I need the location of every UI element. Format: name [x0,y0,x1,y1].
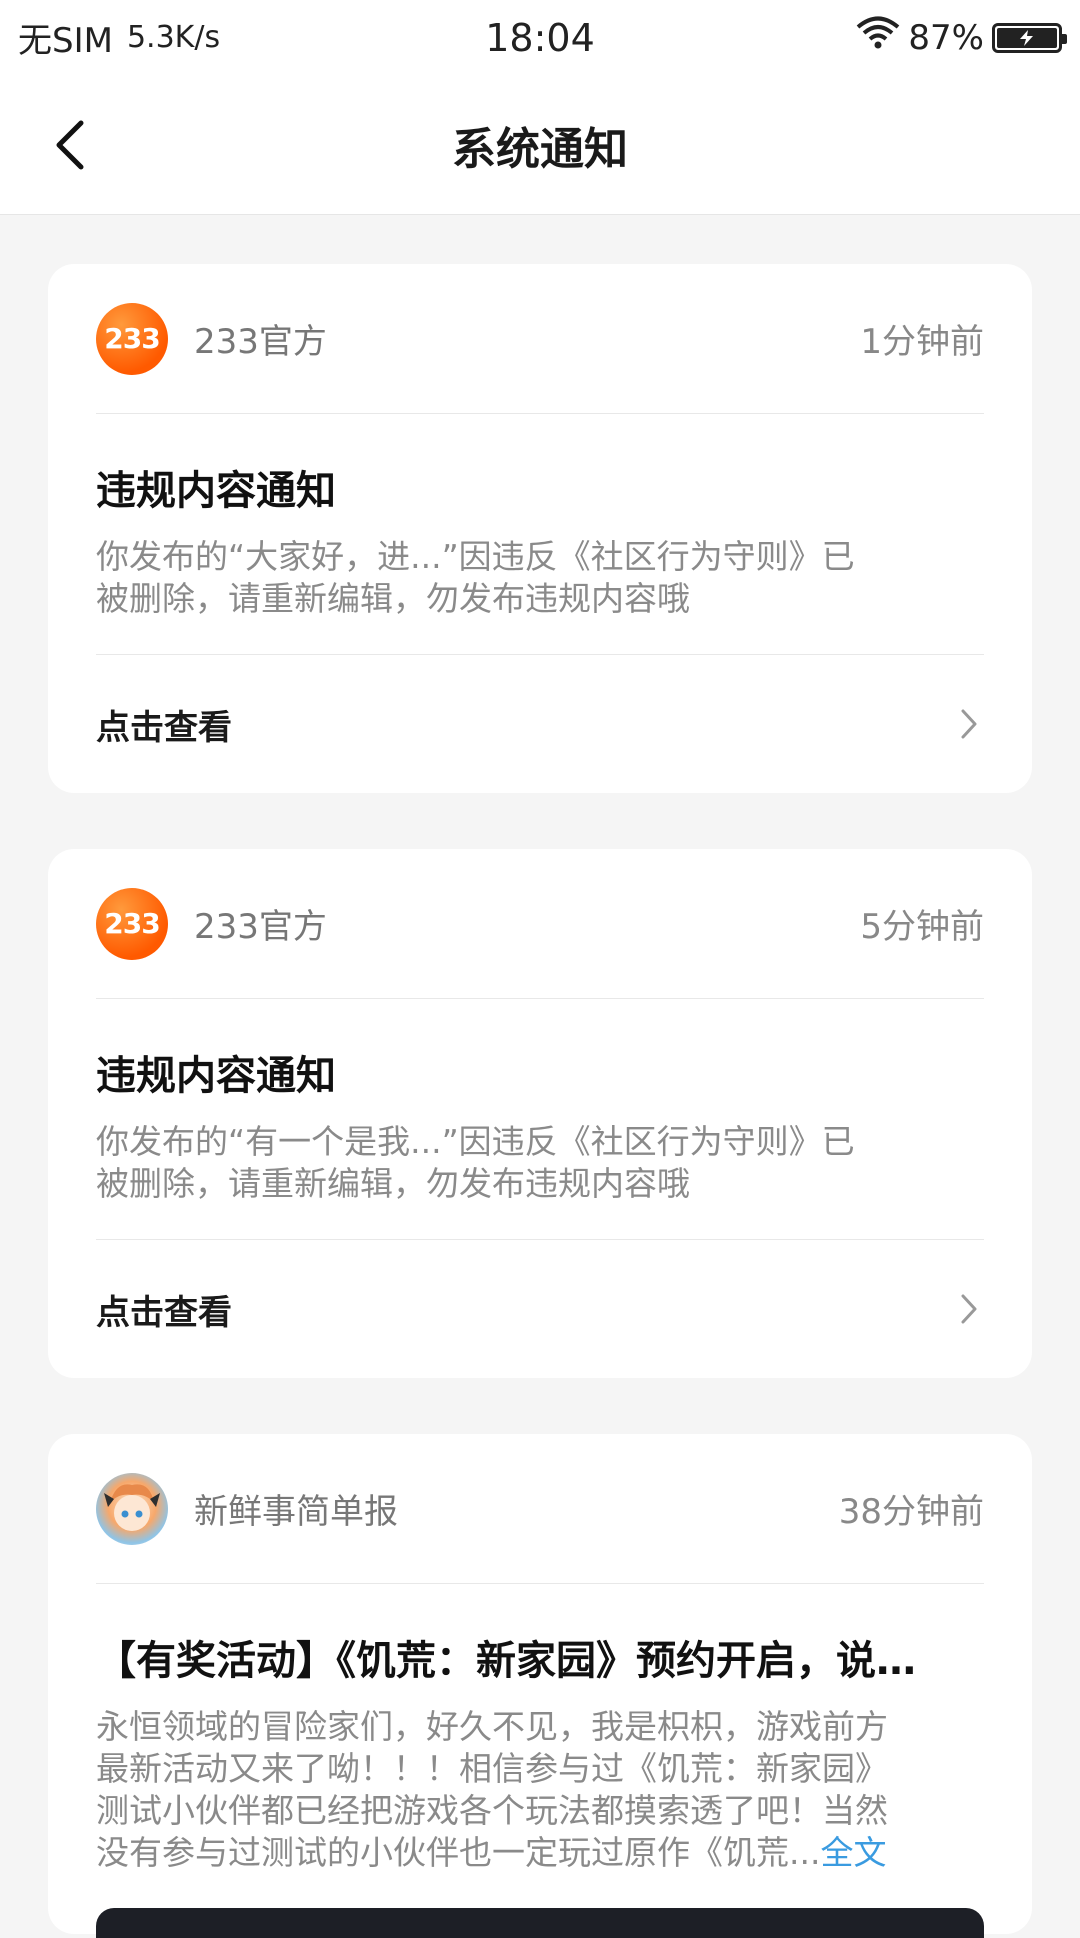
body-line: 永恒领域的冒险家们，好久不见，我是枳枳，游戏前方 [96,1707,888,1746]
timestamp: 38分钟前 [838,1492,984,1532]
status-left: 无SIM 5.3K/s [18,13,220,62]
source-name: 233官方 [194,907,327,947]
battery-percent: 87% [908,17,984,58]
view-details-row[interactable]: 点击查看 [96,655,984,793]
notification-title: 【有奖活动】《饥荒：新家园》预约开启，说… [96,1638,916,1684]
notification-title: 违规内容通知 [96,1053,336,1099]
body-line: 你发布的“有一个是我...”因违反《社区行为守则》已 [96,1122,855,1161]
notification-card[interactable]: 233 233官方 5分钟前 违规内容通知 你发布的“有一个是我...”因违反《… [48,849,1032,1378]
body-line: 你发布的“大家好，进...”因违反《社区行为守则》已 [96,537,855,576]
nav-header: 系统通知 [0,75,1080,215]
notification-body: 永恒领域的冒险家们，好久不见，我是枳枳，游戏前方 最新活动又来了呦！！！相信参与… [96,1688,984,1908]
body-line: 最新活动又来了呦！！！相信参与过《饥荒：新家园》 [96,1749,888,1788]
body-line: 没有参与过测试的小伙伴也一定玩过原作《饥荒...全文 [96,1832,984,1874]
notification-card[interactable]: 233 233官方 1分钟前 违规内容通知 你发布的“大家好，进...”因违反《… [48,264,1032,793]
network-speed: 5.3K/s [126,20,221,55]
body-line: 测试小伙伴都已经把游戏各个玩法都摸索透了吧！当然 [96,1791,888,1830]
body-line: 被删除，请重新编辑，勿发布违规内容哦 [96,579,690,618]
notification-body: 你发布的“大家好，进...”因违反《社区行为守则》已 被删除，请重新编辑，勿发布… [96,518,984,655]
status-right: 87% [856,16,1067,59]
preview-image[interactable] [96,1908,984,1938]
chevron-right-icon [954,1289,984,1329]
chevron-right-icon [954,704,984,744]
source-name: 新鲜事简单报 [194,1492,398,1532]
timestamp: 5分钟前 [860,907,984,947]
page-title: 系统通知 [452,123,628,175]
card-header: 233 233官方 5分钟前 [96,849,984,999]
view-details-label: 点击查看 [96,1292,232,1333]
battery-icon [992,22,1067,53]
avatar [96,1472,168,1545]
carrier-label: 无SIM [18,21,113,61]
notification-card[interactable]: 新鲜事简单报 38分钟前 【有奖活动】《饥荒：新家园》预约开启，说… 永恒领域的… [48,1434,1032,1934]
card-header: 新鲜事简单报 38分钟前 [96,1434,984,1584]
status-bar: 无SIM 5.3K/s 18:04 87% [0,0,1080,75]
view-details-row[interactable]: 点击查看 [96,1240,984,1378]
notification-title: 违规内容通知 [96,468,336,514]
wifi-icon [856,16,900,59]
source-name: 233官方 [194,322,327,362]
notification-body: 你发布的“有一个是我...”因违反《社区行为守则》已 被删除，请重新编辑，勿发布… [96,1103,984,1240]
timestamp: 1分钟前 [860,322,984,362]
chevron-left-icon [56,120,84,170]
card-header: 233 233官方 1分钟前 [96,264,984,414]
view-details-label: 点击查看 [96,707,232,748]
body-line-text: 没有参与过测试的小伙伴也一定玩过原作《饥荒... [96,1833,821,1872]
avatar: 233 [96,887,168,960]
body-line: 被删除，请重新编辑，勿发布违规内容哦 [96,1164,690,1203]
back-button[interactable] [40,110,100,180]
avatar: 233 [96,302,168,375]
read-more-link[interactable]: 全文 [820,1833,886,1872]
